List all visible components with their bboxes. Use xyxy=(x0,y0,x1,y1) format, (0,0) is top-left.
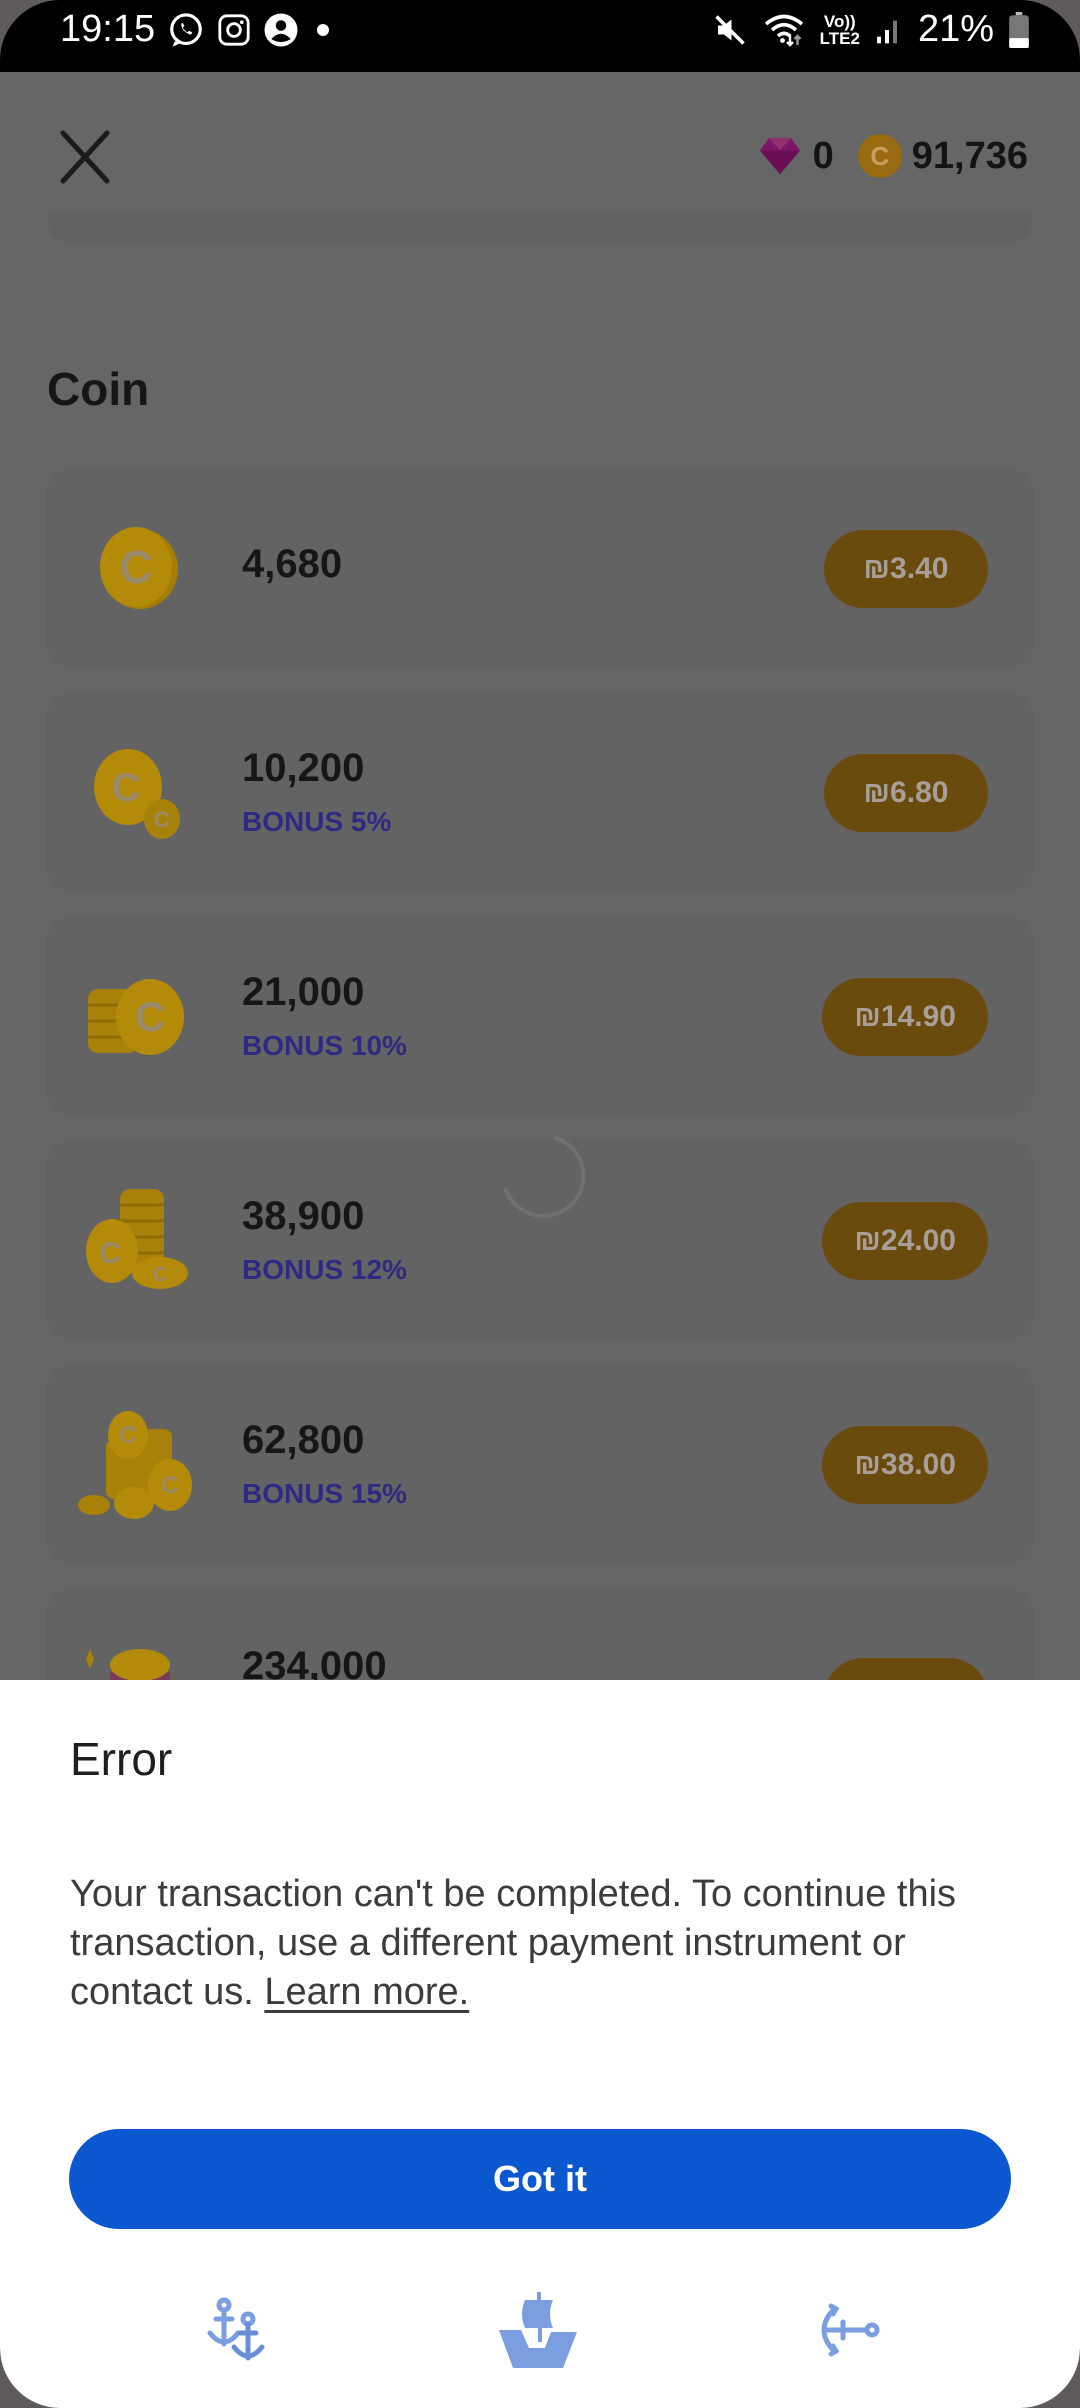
coin-pile-icon: CC xyxy=(86,1189,188,1289)
coin-package[interactable]: CC 10,200 BONUS 5% ₪6.80 xyxy=(46,692,1034,892)
coin-heap-icon: CC xyxy=(78,1411,192,1519)
close-icon xyxy=(60,130,110,184)
signal-icon xyxy=(874,14,904,46)
instagram-icon xyxy=(217,13,251,47)
package-amount: 38,900 xyxy=(242,1194,365,1238)
dialog-message: Your transaction can't be completed. To … xyxy=(70,1870,1020,2017)
learn-more-link[interactable]: Learn more. xyxy=(264,1971,469,2013)
nav-recent-apps[interactable] xyxy=(182,2280,302,2380)
wallet-balance: 0 C 91,736 xyxy=(757,134,1028,178)
gem-count: 0 xyxy=(812,134,834,177)
buy-button[interactable]: ₪38.00 xyxy=(822,1426,988,1504)
volte-lte2-icon: Vo)) LTE2 xyxy=(819,11,860,48)
buy-button[interactable]: ₪6.80 xyxy=(824,754,988,832)
svg-text:C: C xyxy=(119,541,152,593)
buy-button[interactable]: ₪3.40 xyxy=(824,530,988,608)
got-it-button[interactable]: Got it xyxy=(69,2129,1011,2229)
wifi-icon xyxy=(762,12,806,48)
two-coins-icon: CC xyxy=(94,749,180,839)
navigation-bar xyxy=(0,2280,1080,2380)
package-amount: 4,680 xyxy=(242,542,343,586)
battery-percent: 21% xyxy=(917,8,994,50)
package-bonus: BONUS 10% xyxy=(242,1030,407,1061)
anchors-icon xyxy=(207,2297,265,2361)
dot-icon xyxy=(311,18,335,42)
package-amount: 62,800 xyxy=(242,1418,365,1462)
coin-stack-icon: C xyxy=(88,979,184,1055)
svg-text:C: C xyxy=(112,766,141,810)
svg-text:C: C xyxy=(99,1237,121,1270)
dialog-title: Error xyxy=(70,1733,173,1785)
package-amount: 21,000 xyxy=(242,970,365,1014)
svg-text:C: C xyxy=(119,1422,136,1449)
anchor-sideways-icon xyxy=(821,2303,880,2357)
phone-screen: 19:15 Vo)) LTE2 21% 0 C 91,736 Coin C 4,… xyxy=(0,0,1080,2408)
ship-icon xyxy=(499,2292,577,2368)
error-dialog: Error Your transaction can't be complete… xyxy=(0,1680,1080,2408)
svg-text:C: C xyxy=(153,1264,167,1286)
gem-icon xyxy=(759,137,800,175)
dialog-message-text: Your transaction can't be completed. To … xyxy=(70,1873,957,2013)
account-icon xyxy=(263,12,299,48)
battery-icon xyxy=(1008,11,1030,48)
coin-package[interactable]: CC 62,800 BONUS 15% ₪38.00 xyxy=(46,1364,1034,1564)
svg-text:C: C xyxy=(135,993,165,1040)
clock: 19:15 xyxy=(60,8,156,50)
buy-button[interactable]: ₪14.90 xyxy=(822,978,988,1056)
buy-button[interactable]: ₪24.00 xyxy=(822,1202,988,1280)
svg-text:C: C xyxy=(161,1472,178,1499)
banner-edge xyxy=(48,212,1032,242)
loading-spinner xyxy=(504,1136,586,1218)
section-title: Coin xyxy=(47,363,150,415)
whatsapp-icon xyxy=(167,11,205,49)
package-bonus: BONUS 12% xyxy=(242,1254,407,1285)
svg-text:C: C xyxy=(154,807,170,832)
package-bonus: BONUS 5% xyxy=(242,806,392,837)
package-bonus: BONUS 15% xyxy=(242,1478,407,1509)
mute-icon xyxy=(712,12,748,48)
coin-package[interactable]: C 21,000 BONUS 10% ₪14.90 xyxy=(46,916,1034,1116)
coin-icon: C xyxy=(857,134,902,178)
single-coin-icon: C xyxy=(100,527,178,609)
coin-package[interactable]: C 4,680 ₪3.40 xyxy=(46,468,1034,668)
nav-home[interactable] xyxy=(480,2280,600,2380)
package-amount: 10,200 xyxy=(242,746,365,790)
nav-back[interactable] xyxy=(788,2280,908,2380)
status-bar: 19:15 Vo)) LTE2 21% xyxy=(0,0,1080,72)
close-button[interactable] xyxy=(55,127,115,187)
coin-balance: 91,736 xyxy=(911,134,1028,177)
